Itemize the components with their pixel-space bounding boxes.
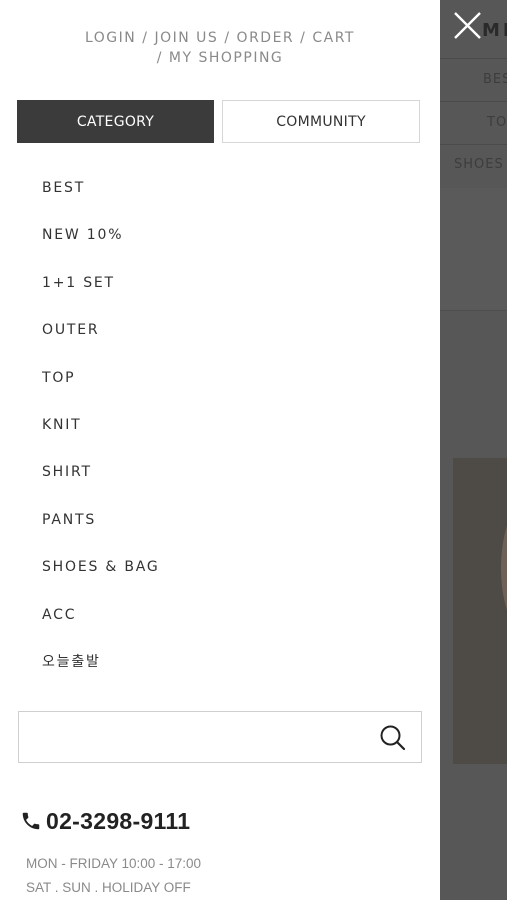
close-button[interactable] — [449, 8, 485, 44]
category-item-pants[interactable]: PANTS — [0, 497, 440, 544]
background-divider — [440, 58, 507, 59]
category-item-top[interactable]: TOP — [0, 355, 440, 402]
category-item-shirt[interactable]: SHIRT — [0, 449, 440, 496]
category-item-new[interactable]: NEW 10% — [0, 212, 440, 259]
background-divider — [440, 101, 507, 102]
login-link[interactable]: LOGIN — [85, 30, 136, 46]
background-logo: MR — [482, 20, 507, 41]
category-item-today-shipping[interactable]: 오늘출발 — [0, 639, 440, 686]
account-links: LOGIN / JOIN US / ORDER / CART / MY SHOPPING — [84, 30, 355, 66]
category-item-acc[interactable]: ACC — [0, 592, 440, 639]
category-item-set[interactable]: 1+1 SET — [0, 260, 440, 307]
menu-tabs: CATEGORY COMMUNITY — [17, 100, 420, 145]
my-shopping-link[interactable]: MY SHOPPING — [169, 50, 283, 66]
category-item-best[interactable]: BEST — [0, 165, 440, 212]
close-icon — [454, 12, 481, 39]
business-hours-weekend: SAT . SUN . HOLIDAY OFF — [26, 880, 191, 895]
search-input[interactable] — [27, 720, 371, 756]
category-list: BEST NEW 10% 1+1 SET OUTER TOP KNIT SHIR… — [0, 165, 440, 686]
side-menu-drawer: LOGIN / JOIN US / ORDER / CART / MY SHOPPING CA… — [0, 0, 440, 900]
join-us-link[interactable]: JOIN US — [154, 30, 218, 46]
search-box — [18, 711, 422, 763]
phone-icon — [22, 812, 40, 830]
phone-number[interactable]: 02-3298-9111 — [46, 806, 190, 836]
business-hours-weekday: MON - FRIDAY 10:00 - 17:00 — [26, 856, 202, 871]
category-item-outer[interactable]: OUTER — [0, 307, 440, 354]
cart-link[interactable]: CART — [312, 30, 355, 46]
tab-category[interactable]: CATEGORY — [17, 100, 214, 143]
background-nav-top: TO — [487, 115, 507, 130]
background-banner — [440, 188, 507, 311]
category-item-knit[interactable]: KNIT — [0, 402, 440, 449]
background-nav-best: BES — [483, 72, 507, 87]
background-divider — [440, 144, 507, 145]
background-product-image — [453, 458, 507, 764]
order-link[interactable]: ORDER — [237, 30, 295, 46]
search-button[interactable] — [379, 724, 407, 752]
category-item-shoes-bag[interactable]: SHOES & BAG — [0, 544, 440, 591]
background-nav-shoes: SHOES — [454, 157, 504, 172]
background-page: MR BES TO SHOES — [440, 0, 507, 900]
tab-community[interactable]: COMMUNITY — [222, 100, 420, 143]
search-icon — [380, 725, 406, 751]
